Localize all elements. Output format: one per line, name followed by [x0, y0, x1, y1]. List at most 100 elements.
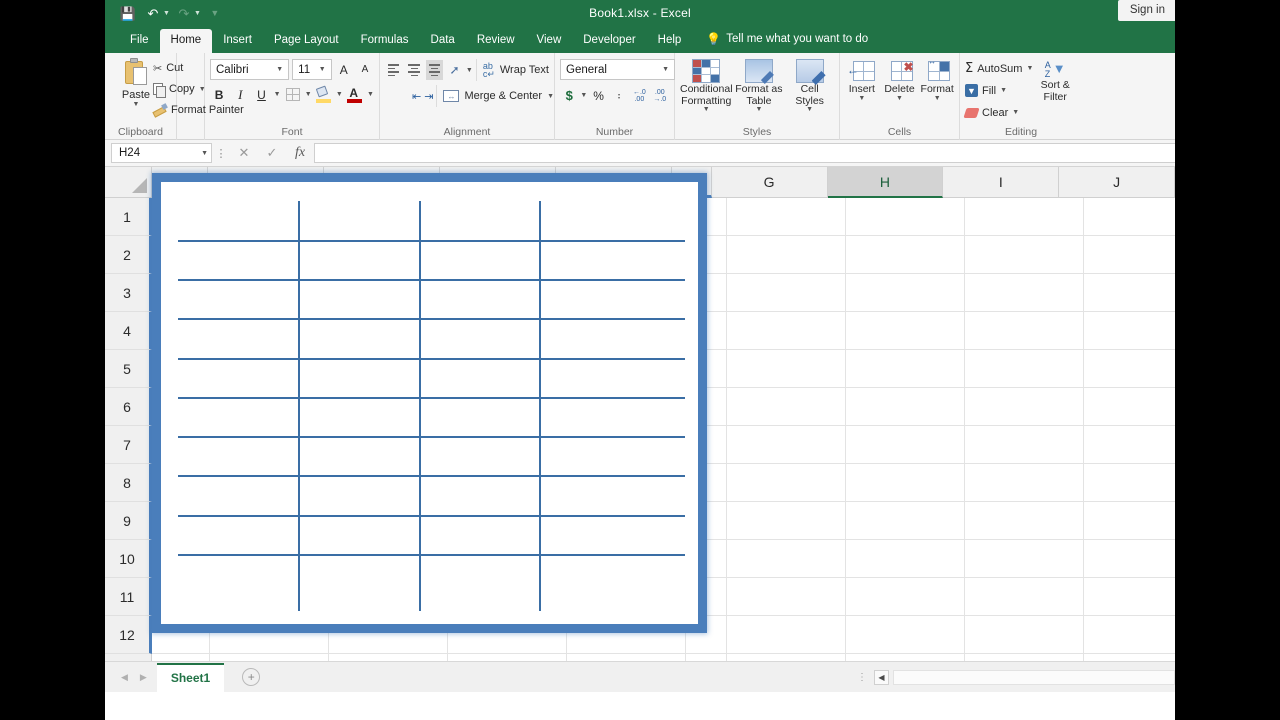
wrap-text-button[interactable]: ab c↵ Wrap Text [475, 59, 549, 81]
cell-J7[interactable] [1084, 426, 1175, 464]
cell-I11[interactable] [965, 578, 1084, 616]
row-header-13[interactable]: 13 [105, 654, 152, 661]
cell-J8[interactable] [1084, 464, 1175, 502]
conditional-formatting-dropdown-icon[interactable]: ▼ [703, 106, 710, 113]
cell-J10[interactable] [1084, 540, 1175, 578]
fill-dropdown-icon[interactable]: ▼ [1000, 87, 1007, 94]
cell-H7[interactable] [846, 426, 965, 464]
font-name-combo[interactable]: Calibri ▼ [210, 59, 290, 80]
cell-I1[interactable] [965, 198, 1084, 236]
cell-G10[interactable] [727, 540, 846, 578]
cell-J3[interactable] [1084, 274, 1175, 312]
tab-data[interactable]: Data [420, 29, 466, 54]
cell-G3[interactable] [727, 274, 846, 312]
tab-insert[interactable]: Insert [212, 29, 263, 54]
column-header-J[interactable]: J [1059, 167, 1175, 198]
cell-J2[interactable] [1084, 236, 1175, 274]
tab-view[interactable]: View [526, 29, 573, 54]
row-header-12[interactable]: 12 [105, 616, 152, 654]
fill-color-button[interactable] [315, 84, 333, 105]
align-top-button[interactable] [385, 60, 402, 80]
comma-style-button[interactable]: ܃ [610, 85, 628, 106]
cell-H4[interactable] [846, 312, 965, 350]
align-bottom-button[interactable] [425, 60, 444, 80]
name-box[interactable]: H24 ▼ [111, 143, 212, 163]
fill-button[interactable]: ▼ Fill ▼ [965, 81, 1033, 100]
cell-E13[interactable] [567, 654, 686, 661]
delete-cells-button[interactable]: ✖ Delete ▼ [883, 56, 917, 102]
cell-G8[interactable] [727, 464, 846, 502]
formula-input[interactable] [314, 143, 1175, 163]
cell-J5[interactable] [1084, 350, 1175, 388]
cell-G2[interactable] [727, 236, 846, 274]
cell-G4[interactable] [727, 312, 846, 350]
conditional-formatting-button[interactable]: Conditional Formatting ▼ [680, 56, 733, 113]
customize-qat-icon[interactable]: ▼ [204, 3, 226, 23]
cell-J9[interactable] [1084, 502, 1175, 540]
align-center-button[interactable] [394, 86, 400, 106]
cell-J11[interactable] [1084, 578, 1175, 616]
cell-G5[interactable] [727, 350, 846, 388]
cell-I3[interactable] [965, 274, 1084, 312]
glowing-table-shape[interactable] [152, 173, 707, 633]
cell-I9[interactable] [965, 502, 1084, 540]
sort-filter-button[interactable]: A Z ▼ Sort & Filter [1033, 56, 1077, 104]
cell-H1[interactable] [846, 198, 965, 236]
autosum-button[interactable]: Σ AutoSum ▼ [965, 59, 1033, 78]
cell-H5[interactable] [846, 350, 965, 388]
tab-help[interactable]: Help [647, 29, 693, 54]
sheet-tab-sheet1[interactable]: Sheet1 [156, 662, 225, 692]
format-as-table-button[interactable]: Format as Table ▼ [735, 56, 784, 113]
name-box-dropdown-icon[interactable]: ▼ [201, 150, 208, 157]
formula-bar-grip[interactable]: ⋮ [212, 147, 230, 160]
cell-I5[interactable] [965, 350, 1084, 388]
underline-button[interactable]: U [252, 84, 270, 105]
cell-D13[interactable] [448, 654, 567, 661]
font-color-button[interactable]: A [346, 84, 364, 105]
cell-J12[interactable] [1084, 616, 1175, 654]
cell-I2[interactable] [965, 236, 1084, 274]
tab-file[interactable]: File [119, 29, 160, 54]
percent-style-button[interactable]: % [589, 85, 607, 106]
cell-J4[interactable] [1084, 312, 1175, 350]
tell-me-search[interactable]: 💡 Tell me what you want to do [692, 26, 878, 53]
add-sheet-button[interactable]: + [242, 668, 261, 686]
cell-H6[interactable] [846, 388, 965, 426]
format-as-table-dropdown-icon[interactable]: ▼ [755, 106, 762, 113]
cell-I12[interactable] [965, 616, 1084, 654]
cell-I10[interactable] [965, 540, 1084, 578]
row-header-7[interactable]: 7 [105, 426, 152, 464]
cell-G11[interactable] [727, 578, 846, 616]
font-color-dropdown-icon[interactable]: ▼ [367, 91, 374, 98]
tab-developer[interactable]: Developer [572, 29, 646, 54]
row-header-5[interactable]: 5 [105, 350, 152, 388]
tab-review[interactable]: Review [466, 29, 526, 54]
increase-font-size-button[interactable]: A [335, 59, 353, 80]
clear-button[interactable]: Clear ▼ [963, 103, 1033, 122]
orientation-dropdown-icon[interactable]: ▼ [466, 67, 473, 74]
cell-G7[interactable] [727, 426, 846, 464]
cell-B13[interactable] [210, 654, 329, 661]
insert-function-icon[interactable]: fx [286, 142, 314, 164]
accounting-format-button[interactable]: $ [560, 85, 578, 106]
number-format-combo[interactable]: General ▼ [560, 59, 675, 80]
cell-I4[interactable] [965, 312, 1084, 350]
autosum-dropdown-icon[interactable]: ▼ [1026, 65, 1033, 72]
cell-G9[interactable] [727, 502, 846, 540]
cell-C13[interactable] [329, 654, 448, 661]
cell-H8[interactable] [846, 464, 965, 502]
cancel-icon[interactable]: ✕ [230, 142, 258, 164]
font-name-dropdown-icon[interactable]: ▼ [273, 66, 286, 73]
cell-I8[interactable] [965, 464, 1084, 502]
sign-in-button[interactable]: Sign in [1117, 0, 1175, 21]
row-header-10[interactable]: 10 [105, 540, 152, 578]
cell-J13[interactable] [1084, 654, 1175, 661]
accounting-dropdown-icon[interactable]: ▼ [580, 92, 587, 99]
cell-styles-button[interactable]: Cell Styles ▼ [785, 56, 834, 113]
row-header-3[interactable]: 3 [105, 274, 152, 312]
orientation-button[interactable]: ➚ [446, 60, 463, 81]
increase-indent-button[interactable]: ⇥ [424, 86, 433, 107]
save-icon[interactable]: 💾 [117, 3, 139, 23]
chevron-right-icon[interactable]: ▶ [140, 672, 147, 683]
tab-formulas[interactable]: Formulas [350, 29, 420, 54]
